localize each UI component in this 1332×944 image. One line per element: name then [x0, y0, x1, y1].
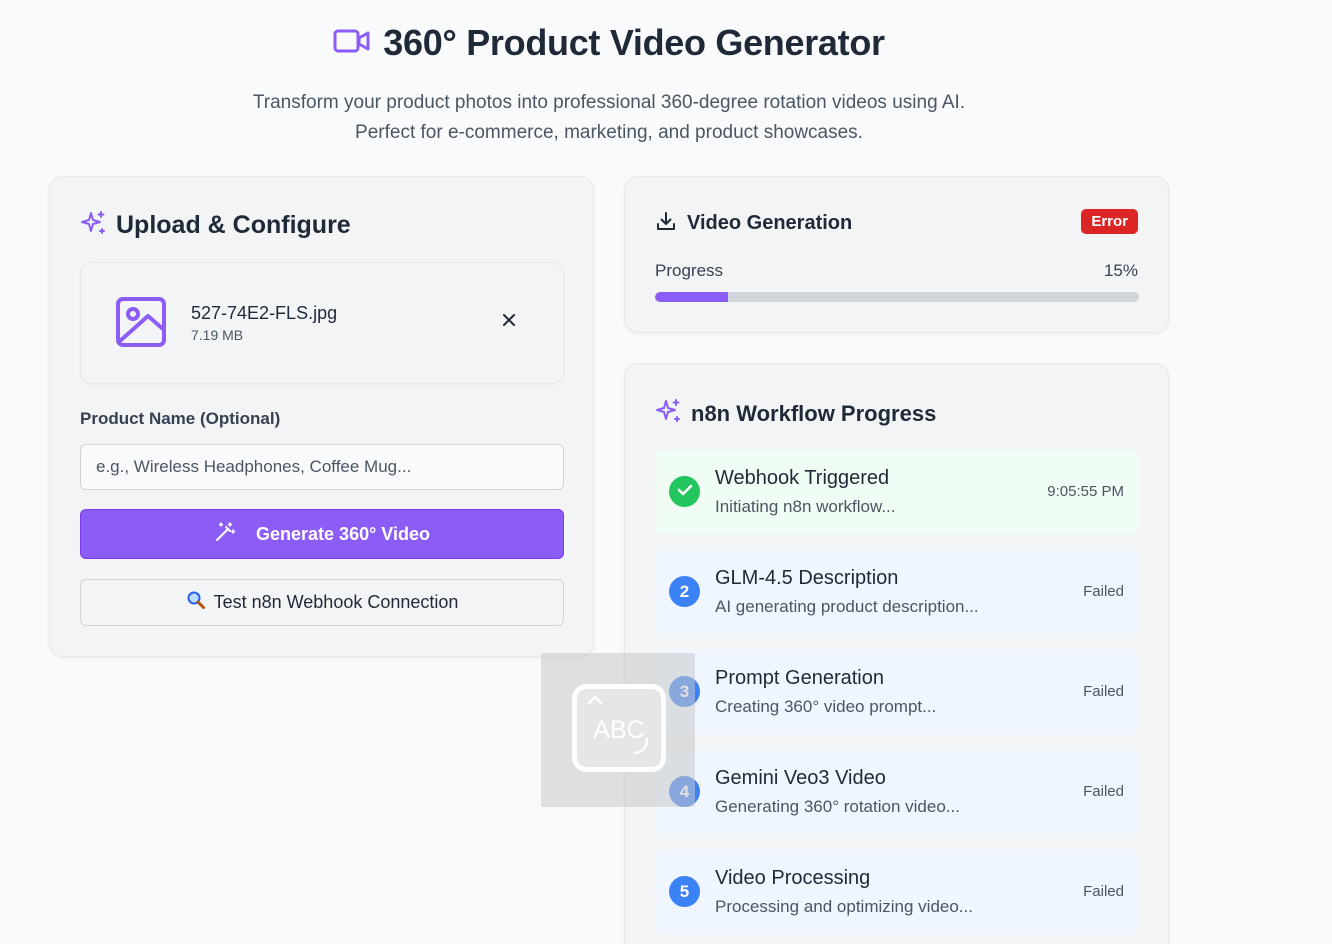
step-number: 2	[669, 576, 700, 607]
product-name-label: Product Name (Optional)	[80, 409, 281, 428]
generate-video-button[interactable]: Generate 360° Video	[80, 509, 564, 559]
check-icon	[677, 482, 693, 502]
step-status: Failed	[1083, 683, 1124, 700]
input-method-overlay: ABC	[541, 653, 695, 807]
video-camera-icon	[333, 26, 371, 61]
step-complete-marker	[669, 476, 700, 507]
download-icon	[655, 210, 677, 237]
step-description: Generating 360° rotation video...	[715, 797, 960, 816]
workflow-step: 2 GLM-4.5 Description AI generating prod…	[655, 550, 1139, 634]
generate-video-label: Generate 360° Video	[256, 523, 430, 544]
upload-section-header: Upload & Configure	[80, 210, 351, 241]
workflow-section-header: n8n Workflow Progress	[655, 398, 936, 429]
video-section-header: Video Generation	[655, 210, 852, 237]
workflow-step: 5 Video Processing Processing and optimi…	[655, 850, 1139, 934]
step-title: Webhook Triggered	[715, 467, 890, 489]
magic-wand-icon	[214, 521, 236, 548]
sparkles-icon	[655, 398, 681, 429]
step-description: AI generating product description...	[715, 597, 979, 616]
test-webhook-button[interactable]: Test n8n Webhook Connection	[80, 579, 564, 626]
keyboard-input-icon: ABC	[572, 684, 666, 772]
sparkles-icon	[80, 210, 106, 241]
file-size: 7.19 MB	[191, 327, 244, 343]
step-description: Processing and optimizing video...	[715, 897, 973, 916]
workflow-step: 4 Gemini Veo3 Video Generating 360° rota…	[655, 750, 1139, 834]
step-description: Creating 360° video prompt...	[715, 697, 937, 716]
close-icon	[502, 313, 516, 332]
subtitle-line-2: Perfect for e-commerce, marketing, and p…	[355, 122, 863, 143]
file-name: 527-74E2-FLS.jpg	[191, 303, 338, 323]
video-section-title: Video Generation	[687, 212, 853, 234]
progress-value: 15%	[1103, 261, 1138, 280]
workflow-step: Webhook Triggered Initiating n8n workflo…	[655, 450, 1139, 534]
page-header: 360° Product Video Generator	[0, 22, 1218, 64]
upload-section-title: Upload & Configure	[116, 211, 351, 239]
step-title: Video Processing	[715, 867, 871, 889]
product-name-input[interactable]	[80, 444, 564, 490]
upload-configure-card: Upload & Configure 527-74E2-FLS.jpg 7.19…	[49, 176, 594, 657]
step-status: Failed	[1083, 883, 1124, 900]
page-title: 360° Product Video Generator	[383, 22, 885, 63]
workflow-section-title: n8n Workflow Progress	[691, 400, 937, 426]
workflow-step: 3 Prompt Generation Creating 360° video …	[655, 650, 1139, 734]
workflow-progress-card: n8n Workflow Progress Webhook Triggered …	[624, 363, 1169, 944]
step-title: GLM-4.5 Description	[715, 567, 899, 589]
remove-file-button[interactable]	[497, 310, 521, 334]
status-badge: Error	[1081, 209, 1138, 234]
step-description: Initiating n8n workflow...	[715, 497, 896, 516]
progress-bar	[655, 292, 1139, 302]
uploaded-file: 527-74E2-FLS.jpg 7.19 MB	[80, 262, 564, 384]
step-timestamp: 9:05:55 PM	[1047, 483, 1124, 500]
step-number: 5	[669, 876, 700, 907]
progress-fill	[655, 292, 728, 302]
step-title: Prompt Generation	[715, 667, 884, 689]
test-webhook-label: Test n8n Webhook Connection	[213, 592, 459, 612]
progress-label: Progress	[655, 261, 724, 280]
page-subtitle: Transform your product photos into profe…	[0, 88, 1218, 148]
step-status: Failed	[1083, 783, 1124, 800]
overlay-text: ABC	[593, 716, 645, 744]
image-icon	[115, 296, 167, 353]
subtitle-line-1: Transform your product photos into profe…	[252, 92, 966, 113]
magnifier-icon	[186, 590, 206, 615]
step-title: Gemini Veo3 Video	[715, 767, 886, 789]
step-status: Failed	[1083, 583, 1124, 600]
video-generation-card: Video Generation Error Progress 15%	[624, 176, 1169, 333]
